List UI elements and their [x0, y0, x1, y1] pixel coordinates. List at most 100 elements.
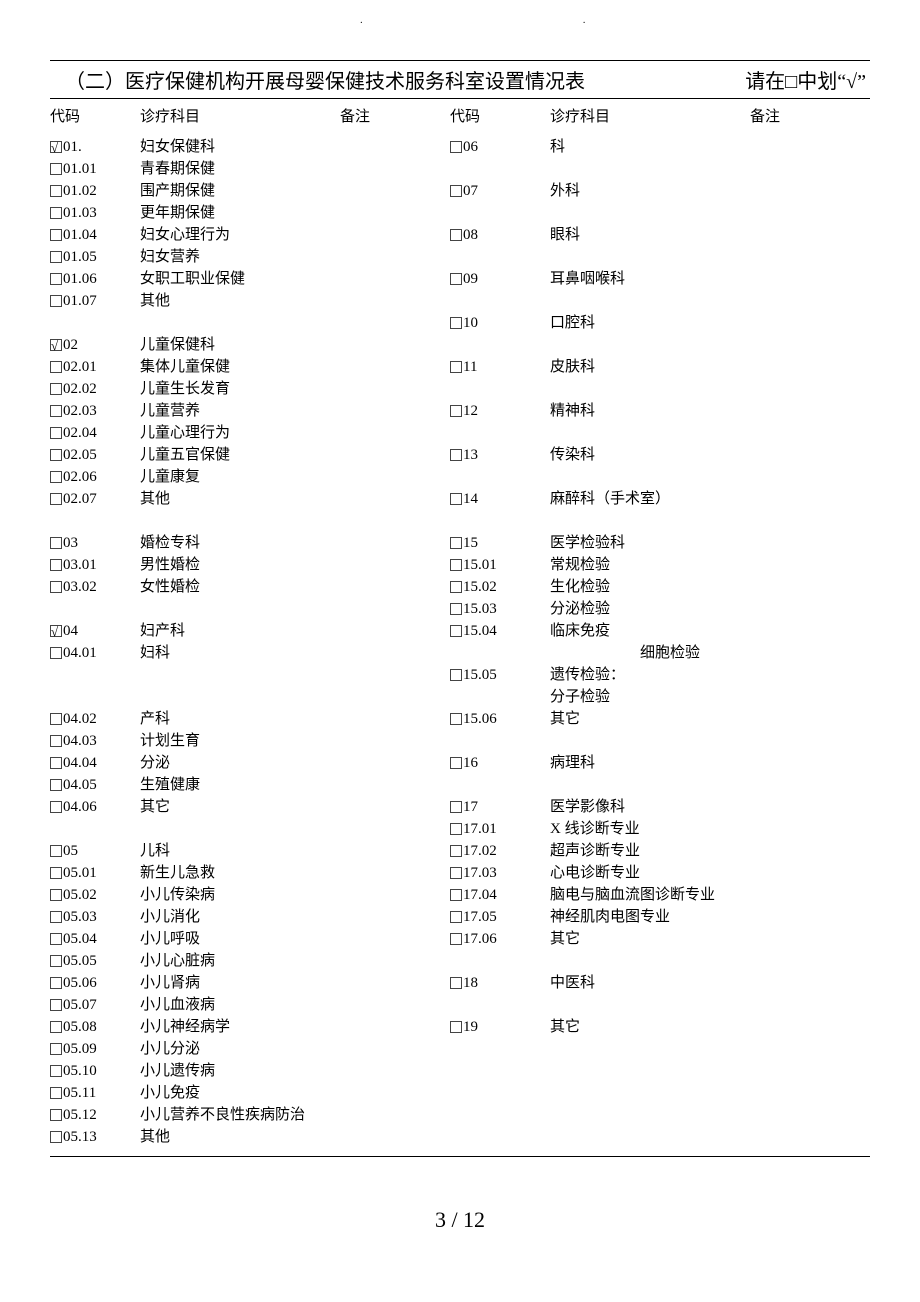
checkbox[interactable]: [50, 911, 62, 923]
code-cell: 04.05: [50, 774, 140, 796]
table-row: 05.13其他: [50, 1126, 450, 1148]
checkbox[interactable]: [50, 757, 62, 769]
checkbox[interactable]: [50, 449, 62, 461]
checkbox[interactable]: [50, 581, 62, 593]
subject-cell: 口腔科: [550, 312, 870, 334]
checkbox[interactable]: [450, 625, 462, 637]
checkbox[interactable]: [450, 757, 462, 769]
checkbox[interactable]: [50, 295, 62, 307]
checkbox[interactable]: [50, 735, 62, 747]
checkbox[interactable]: [50, 1065, 62, 1077]
checkbox[interactable]: [450, 273, 462, 285]
subject-cell: 其它: [140, 796, 450, 818]
checkbox[interactable]: [50, 977, 62, 989]
checkbox[interactable]: [50, 779, 62, 791]
checkbox[interactable]: [450, 801, 462, 813]
checkbox[interactable]: [50, 647, 62, 659]
checkbox[interactable]: [50, 1109, 62, 1121]
checkbox[interactable]: [50, 625, 62, 637]
checkbox[interactable]: [50, 537, 62, 549]
column-left: 01.妇女保健科01.01青春期保健01.02围产期保健01.03更年期保健01…: [50, 136, 450, 1148]
checkbox[interactable]: [450, 1021, 462, 1033]
code-text: 04.03: [63, 730, 97, 752]
header-note-right: 备注: [750, 105, 870, 126]
checkbox[interactable]: [50, 383, 62, 395]
code-text: 05.05: [63, 950, 97, 972]
checkbox[interactable]: [450, 713, 462, 725]
checkbox[interactable]: [50, 229, 62, 241]
checkbox[interactable]: [50, 1021, 62, 1033]
subject-cell: 小儿神经病学: [140, 1016, 450, 1038]
checkbox[interactable]: [450, 845, 462, 857]
spacer: [50, 664, 450, 686]
checkbox[interactable]: [450, 823, 462, 835]
code-text: 15.01: [463, 554, 497, 576]
code-text: 03.01: [63, 554, 97, 576]
code-cell: 05: [50, 840, 140, 862]
checkbox[interactable]: [50, 207, 62, 219]
subject-cell: 妇产科: [140, 620, 450, 642]
header-subject-right: 诊疗科目: [550, 105, 750, 126]
checkbox[interactable]: [450, 977, 462, 989]
checkbox[interactable]: [450, 361, 462, 373]
checkbox[interactable]: [50, 339, 62, 351]
table-row: 05.10小儿遗传病: [50, 1060, 450, 1082]
table-row: 01.妇女保健科: [50, 136, 450, 158]
checkbox[interactable]: [50, 251, 62, 263]
checkbox[interactable]: [450, 185, 462, 197]
checkbox[interactable]: [50, 845, 62, 857]
checkbox[interactable]: [50, 955, 62, 967]
checkbox[interactable]: [450, 669, 462, 681]
checkbox[interactable]: [450, 603, 462, 615]
checkbox[interactable]: [50, 141, 62, 153]
checkbox[interactable]: [450, 581, 462, 593]
code-text: 02.05: [63, 444, 97, 466]
table-row: 05.07小儿血液病: [50, 994, 450, 1016]
checkbox[interactable]: [50, 405, 62, 417]
code-cell: 01.03: [50, 202, 140, 224]
checkbox[interactable]: [50, 999, 62, 1011]
checkbox[interactable]: [50, 713, 62, 725]
checkbox[interactable]: [50, 185, 62, 197]
subject-cell: 儿童心理行为: [140, 422, 450, 444]
checkbox[interactable]: [50, 801, 62, 813]
checkbox[interactable]: [450, 933, 462, 945]
table-row: 02.07其他: [50, 488, 450, 510]
checkbox[interactable]: [450, 493, 462, 505]
checkbox[interactable]: [50, 427, 62, 439]
checkbox[interactable]: [450, 229, 462, 241]
subject-cell: 儿童生长发育: [140, 378, 450, 400]
code-cell: 03: [50, 532, 140, 554]
checkbox[interactable]: [50, 1087, 62, 1099]
code-cell: 17.01: [450, 818, 550, 840]
checkbox[interactable]: [450, 317, 462, 329]
code-text: 15.04: [463, 620, 497, 642]
column-right: 06科07外科08眼科09耳鼻咽喉科10口腔科11皮肤科12精神科13传染科14…: [450, 136, 870, 1148]
checkbox[interactable]: [50, 493, 62, 505]
checkbox[interactable]: [50, 471, 62, 483]
code-cell: 01.02: [50, 180, 140, 202]
checkbox[interactable]: [50, 867, 62, 879]
checkbox[interactable]: [450, 449, 462, 461]
checkbox[interactable]: [50, 933, 62, 945]
subject-cell: 妇科: [140, 642, 450, 664]
checkbox[interactable]: [50, 1043, 62, 1055]
subject-cell: 细胞检验: [550, 642, 870, 664]
checkbox[interactable]: [450, 867, 462, 879]
checkbox[interactable]: [50, 889, 62, 901]
checkbox[interactable]: [50, 559, 62, 571]
checkbox[interactable]: [50, 361, 62, 373]
subject-cell: 小儿心脏病: [140, 950, 450, 972]
checkbox[interactable]: [450, 537, 462, 549]
subject-cell: 儿童营养: [140, 400, 450, 422]
checkbox[interactable]: [450, 405, 462, 417]
checkbox[interactable]: [50, 1131, 62, 1143]
header-code-right: 代码: [450, 105, 550, 126]
checkbox[interactable]: [450, 559, 462, 571]
checkbox[interactable]: [450, 141, 462, 153]
checkbox[interactable]: [50, 273, 62, 285]
subject-cell: 男性婚检: [140, 554, 450, 576]
checkbox[interactable]: [450, 889, 462, 901]
checkbox[interactable]: [450, 911, 462, 923]
checkbox[interactable]: [50, 163, 62, 175]
